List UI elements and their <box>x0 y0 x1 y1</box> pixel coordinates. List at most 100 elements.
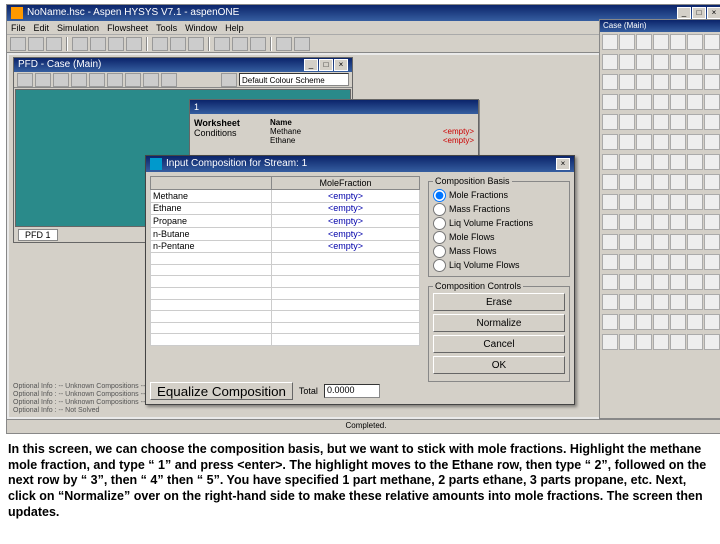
palette-tool-icon[interactable] <box>687 114 703 130</box>
tool-icon[interactable] <box>170 37 186 51</box>
palette-tool-icon[interactable] <box>670 314 686 330</box>
tool-icon[interactable] <box>250 37 266 51</box>
tool-icon[interactable] <box>108 37 124 51</box>
cell-name[interactable]: n-Butane <box>151 227 272 240</box>
palette-tool-icon[interactable] <box>619 34 635 50</box>
tool-icon[interactable] <box>276 37 292 51</box>
palette-tool-icon[interactable] <box>687 254 703 270</box>
palette-tool-icon[interactable] <box>687 134 703 150</box>
palette-tool-icon[interactable] <box>653 274 669 290</box>
palette-tool-icon[interactable] <box>619 94 635 110</box>
palette-tool-icon[interactable] <box>619 214 635 230</box>
tool-icon[interactable] <box>152 37 168 51</box>
menu-file[interactable]: File <box>11 21 26 34</box>
tool-icon[interactable] <box>72 37 88 51</box>
pfd-tool-icon[interactable] <box>161 73 177 87</box>
pfd-tab-1[interactable]: PFD 1 <box>18 229 58 241</box>
palette-tool-icon[interactable] <box>602 194 618 210</box>
palette-tool-icon[interactable] <box>602 314 618 330</box>
palette-tool-icon[interactable] <box>636 274 652 290</box>
palette-tool-icon[interactable] <box>636 34 652 50</box>
cell-name[interactable]: n-Pentane <box>151 240 272 253</box>
palette-tool-icon[interactable] <box>687 74 703 90</box>
palette-tool-icon[interactable] <box>704 134 720 150</box>
minimize-button[interactable]: _ <box>677 7 691 19</box>
pfd-tool-icon[interactable] <box>89 73 105 87</box>
palette-tool-icon[interactable] <box>653 294 669 310</box>
palette-tool-icon[interactable] <box>670 274 686 290</box>
palette-tool-icon[interactable] <box>636 114 652 130</box>
tool-icon[interactable] <box>188 37 204 51</box>
palette-tool-icon[interactable] <box>619 174 635 190</box>
pfd-close-button[interactable]: × <box>334 59 348 71</box>
palette-tool-icon[interactable] <box>636 194 652 210</box>
menu-edit[interactable]: Edit <box>34 21 50 34</box>
palette-tool-icon[interactable] <box>619 254 635 270</box>
maximize-button[interactable]: □ <box>692 7 706 19</box>
palette-tool-icon[interactable] <box>687 34 703 50</box>
worksheet-item[interactable]: Conditions <box>194 128 264 138</box>
palette-tool-icon[interactable] <box>653 194 669 210</box>
palette-tool-icon[interactable] <box>670 154 686 170</box>
worksheet-title[interactable]: 1 <box>190 100 478 114</box>
palette-tool-icon[interactable] <box>636 254 652 270</box>
dialog-titlebar[interactable]: Input Composition for Stream: 1 × <box>146 156 574 172</box>
palette-tool-icon[interactable] <box>670 34 686 50</box>
cancel-button[interactable]: Cancel <box>433 335 565 353</box>
tool-icon[interactable] <box>126 37 142 51</box>
menu-simulation[interactable]: Simulation <box>57 21 99 34</box>
palette-tool-icon[interactable] <box>653 74 669 90</box>
palette-tool-icon[interactable] <box>704 154 720 170</box>
palette-tool-icon[interactable] <box>636 174 652 190</box>
tool-icon[interactable] <box>46 37 62 51</box>
palette-tool-icon[interactable] <box>687 54 703 70</box>
cell-value[interactable]: <empty> <box>272 227 420 240</box>
palette-tool-icon[interactable] <box>653 174 669 190</box>
pfd-tool-icon[interactable] <box>125 73 141 87</box>
radio-mass-flows[interactable]: Mass Flows <box>433 244 565 258</box>
palette-tool-icon[interactable] <box>704 254 720 270</box>
palette-tool-icon[interactable] <box>670 334 686 350</box>
palette-tool-icon[interactable] <box>670 134 686 150</box>
palette-tool-icon[interactable] <box>687 154 703 170</box>
palette-tool-icon[interactable] <box>602 294 618 310</box>
palette-tool-icon[interactable] <box>636 334 652 350</box>
equalize-button[interactable]: Equalize Composition <box>150 382 293 400</box>
ok-button[interactable]: OK <box>433 356 565 374</box>
palette-tool-icon[interactable] <box>619 74 635 90</box>
palette-tool-icon[interactable] <box>704 234 720 250</box>
palette-tool-icon[interactable] <box>670 74 686 90</box>
cell-name[interactable]: Ethane <box>151 202 272 215</box>
tool-icon[interactable] <box>28 37 44 51</box>
palette-tool-icon[interactable] <box>636 154 652 170</box>
radio-mass-fractions[interactable]: Mass Fractions <box>433 202 565 216</box>
palette-tool-icon[interactable] <box>653 314 669 330</box>
erase-button[interactable]: Erase <box>433 293 565 311</box>
palette-tool-icon[interactable] <box>687 234 703 250</box>
palette-tool-icon[interactable] <box>602 114 618 130</box>
radio-liq-vol-flows[interactable]: Liq Volume Flows <box>433 258 565 272</box>
palette-tool-icon[interactable] <box>704 114 720 130</box>
palette-tool-icon[interactable] <box>602 174 618 190</box>
palette-tool-icon[interactable] <box>636 54 652 70</box>
palette-tool-icon[interactable] <box>636 314 652 330</box>
palette-tool-icon[interactable] <box>653 334 669 350</box>
palette-tool-icon[interactable] <box>602 94 618 110</box>
palette-tool-icon[interactable] <box>602 154 618 170</box>
palette-tool-icon[interactable] <box>670 254 686 270</box>
palette-tool-icon[interactable] <box>619 274 635 290</box>
cell-name[interactable]: Methane <box>151 190 272 203</box>
menu-help[interactable]: Help <box>225 21 244 34</box>
tool-icon[interactable] <box>294 37 310 51</box>
cell-name[interactable]: Propane <box>151 215 272 228</box>
palette-tool-icon[interactable] <box>687 334 703 350</box>
cell-value[interactable]: <empty> <box>272 215 420 228</box>
palette-tool-icon[interactable] <box>704 74 720 90</box>
palette-tool-icon[interactable] <box>704 294 720 310</box>
palette-tool-icon[interactable] <box>687 194 703 210</box>
pfd-tool-icon[interactable] <box>107 73 123 87</box>
pfd-min-button[interactable]: _ <box>304 59 318 71</box>
palette-tool-icon[interactable] <box>602 254 618 270</box>
palette-tool-icon[interactable] <box>619 134 635 150</box>
palette-tool-icon[interactable] <box>653 134 669 150</box>
